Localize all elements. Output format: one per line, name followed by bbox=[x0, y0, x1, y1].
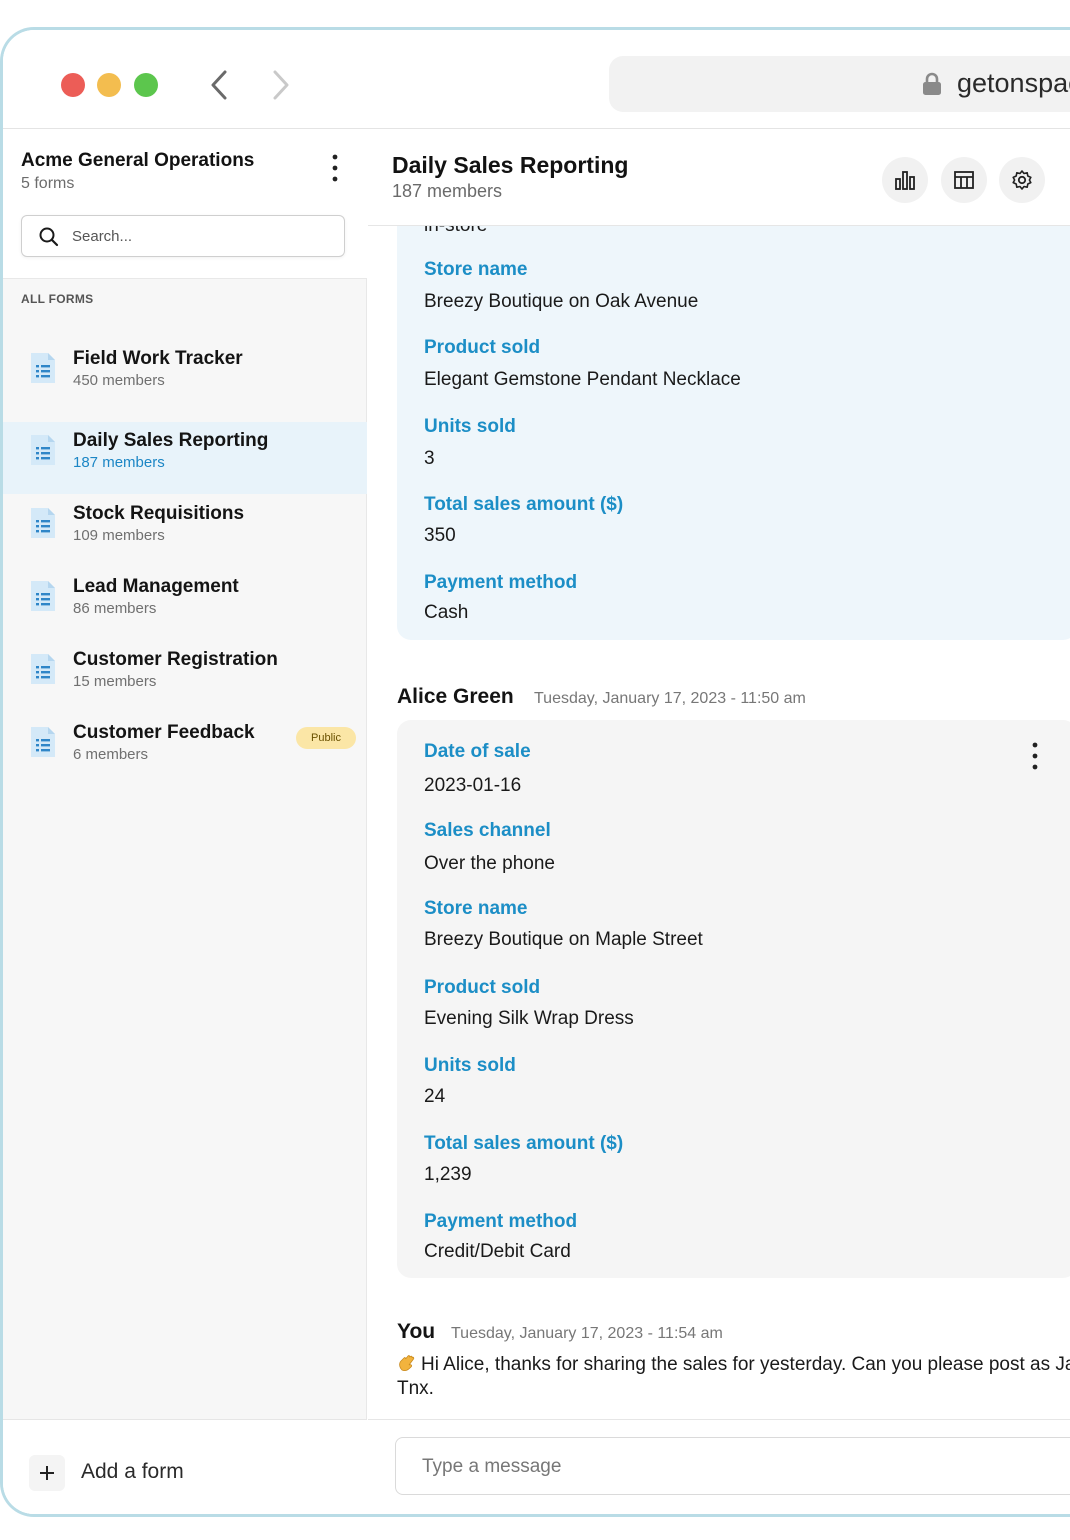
search-placeholder: Search... bbox=[72, 228, 133, 245]
document-icon bbox=[31, 581, 55, 611]
message-text: Hi Alice, thanks for sharing the sales f… bbox=[397, 1354, 1070, 1399]
field-value: Breezy Boutique on Maple Street bbox=[424, 929, 703, 950]
field-label: Payment method bbox=[424, 1211, 578, 1232]
table-icon bbox=[954, 171, 974, 189]
section-label-all-forms: ALL FORMS bbox=[21, 292, 94, 306]
message-timestamp: Tuesday, January 17, 2023 - 11:50 am bbox=[534, 690, 806, 707]
field-value: Elegant Gemstone Pendant Necklace bbox=[424, 369, 741, 390]
field-value: 3 bbox=[424, 448, 435, 469]
minimize-window-button[interactable] bbox=[97, 73, 121, 97]
composer-area: Type a message bbox=[368, 1419, 1070, 1514]
analytics-button[interactable] bbox=[882, 157, 928, 203]
submission-card: Date of sale 2023-01-16 Sales channel Ov… bbox=[397, 720, 1070, 1278]
main-header: Daily Sales Reporting 187 members bbox=[368, 129, 1070, 226]
plus-icon bbox=[29, 1455, 65, 1491]
form-item-lead-management[interactable]: Lead Management 86 members bbox=[3, 568, 367, 640]
message-input[interactable]: Type a message bbox=[395, 1437, 1070, 1495]
form-item-customer-registration[interactable]: Customer Registration 15 members bbox=[3, 641, 367, 713]
document-icon bbox=[31, 435, 55, 465]
back-arrow-icon[interactable] bbox=[203, 68, 237, 102]
field-value: Over the phone bbox=[424, 853, 555, 874]
message-timestamp: Tuesday, January 17, 2023 - 11:54 am bbox=[451, 1325, 723, 1342]
field-label: Store name bbox=[424, 898, 528, 919]
field-label: Product sold bbox=[424, 337, 541, 358]
field-value: Breezy Boutique on Oak Avenue bbox=[424, 291, 699, 312]
waving-hand-icon bbox=[399, 1355, 415, 1372]
workspace-name: Acme General Operations bbox=[21, 150, 255, 171]
page-title: Daily Sales Reporting bbox=[392, 152, 629, 178]
table-view-button[interactable] bbox=[941, 157, 987, 203]
form-title: Customer Registration bbox=[73, 649, 278, 670]
kebab-menu-icon[interactable] bbox=[1025, 740, 1045, 772]
form-item-daily-sales-reporting[interactable]: Daily Sales Reporting 187 members bbox=[3, 422, 367, 494]
form-title: Field Work Tracker bbox=[73, 348, 243, 369]
form-title: Lead Management bbox=[73, 576, 239, 597]
form-title: Customer Feedback bbox=[73, 722, 255, 743]
search-icon bbox=[39, 227, 59, 247]
form-members: 6 members bbox=[73, 746, 149, 763]
close-window-button[interactable] bbox=[61, 73, 85, 97]
message-feed[interactable]: in-store Store name Breezy Boutique on O… bbox=[368, 226, 1070, 1416]
form-members: 187 members bbox=[73, 454, 165, 471]
field-value: 1,239 bbox=[424, 1164, 472, 1185]
field-label: Units sold bbox=[424, 416, 516, 437]
sidebar: Acme General Operations 5 forms Search..… bbox=[3, 129, 367, 1514]
field-value: 2023-01-16 bbox=[424, 775, 522, 796]
form-members: 450 members bbox=[73, 372, 165, 389]
workspace-header: Acme General Operations 5 forms Search..… bbox=[3, 129, 367, 279]
field-label: Date of sale bbox=[424, 741, 531, 762]
form-members: 109 members bbox=[73, 527, 165, 544]
form-item-field-work-tracker[interactable]: Field Work Tracker 450 members bbox=[3, 340, 367, 412]
url-text: getonspac bbox=[957, 68, 1070, 98]
forward-arrow-icon[interactable] bbox=[263, 68, 297, 102]
field-label: Total sales amount ($) bbox=[424, 1133, 624, 1154]
field-label: Total sales amount ($) bbox=[424, 494, 624, 515]
kebab-menu-icon[interactable] bbox=[325, 153, 345, 183]
field-label: Sales channel bbox=[424, 820, 551, 841]
field-value: 24 bbox=[424, 1086, 446, 1107]
form-title: Stock Requisitions bbox=[73, 503, 245, 524]
field-value: Credit/Debit Card bbox=[424, 1241, 571, 1262]
submission-card: in-store Store name Breezy Boutique on O… bbox=[397, 226, 1070, 640]
document-icon bbox=[31, 508, 55, 538]
browser-window: getonspac Acme General Operations 5 form… bbox=[0, 27, 1070, 1517]
form-members: 86 members bbox=[73, 600, 157, 617]
search-input[interactable]: Search... bbox=[21, 215, 345, 257]
document-icon bbox=[31, 727, 55, 757]
maximize-window-button[interactable] bbox=[134, 73, 158, 97]
form-item-stock-requisitions[interactable]: Stock Requisitions 109 members bbox=[3, 495, 367, 567]
settings-button[interactable] bbox=[999, 157, 1045, 203]
document-icon bbox=[31, 654, 55, 684]
main-panel: Daily Sales Reporting 187 members Store … bbox=[368, 129, 1070, 1514]
field-label: Product sold bbox=[424, 977, 541, 998]
field-value: Cash bbox=[424, 602, 469, 623]
message-input-placeholder: Type a message bbox=[422, 1456, 562, 1477]
field-value: in-store bbox=[424, 226, 487, 237]
public-badge: Public bbox=[296, 727, 356, 749]
form-title: Daily Sales Reporting bbox=[73, 430, 269, 451]
address-bar[interactable]: getonspac bbox=[609, 56, 1070, 112]
workspace-form-count: 5 forms bbox=[21, 175, 75, 192]
document-icon bbox=[31, 353, 55, 383]
page-subtitle: 187 members bbox=[392, 181, 503, 201]
form-members: 15 members bbox=[73, 673, 157, 690]
lock-icon bbox=[923, 72, 941, 95]
field-value: Evening Silk Wrap Dress bbox=[424, 1008, 634, 1029]
field-label: Store name bbox=[424, 259, 528, 280]
bar-chart-icon bbox=[895, 171, 915, 190]
form-item-customer-feedback[interactable]: Customer Feedback 6 members Public bbox=[3, 714, 367, 786]
message-author: Alice Green bbox=[397, 685, 514, 708]
field-label: Units sold bbox=[424, 1055, 516, 1076]
add-form-button[interactable]: Add a form bbox=[3, 1419, 367, 1514]
field-label: Payment method bbox=[424, 572, 578, 593]
message-body: Hi Alice, thanks for sharing the sales f… bbox=[397, 1353, 1070, 1401]
add-form-label: Add a form bbox=[81, 1460, 184, 1483]
browser-titlebar: getonspac bbox=[3, 30, 1070, 129]
gear-icon bbox=[1012, 170, 1032, 190]
field-value: 350 bbox=[424, 525, 456, 546]
message-author: You bbox=[397, 1320, 436, 1343]
